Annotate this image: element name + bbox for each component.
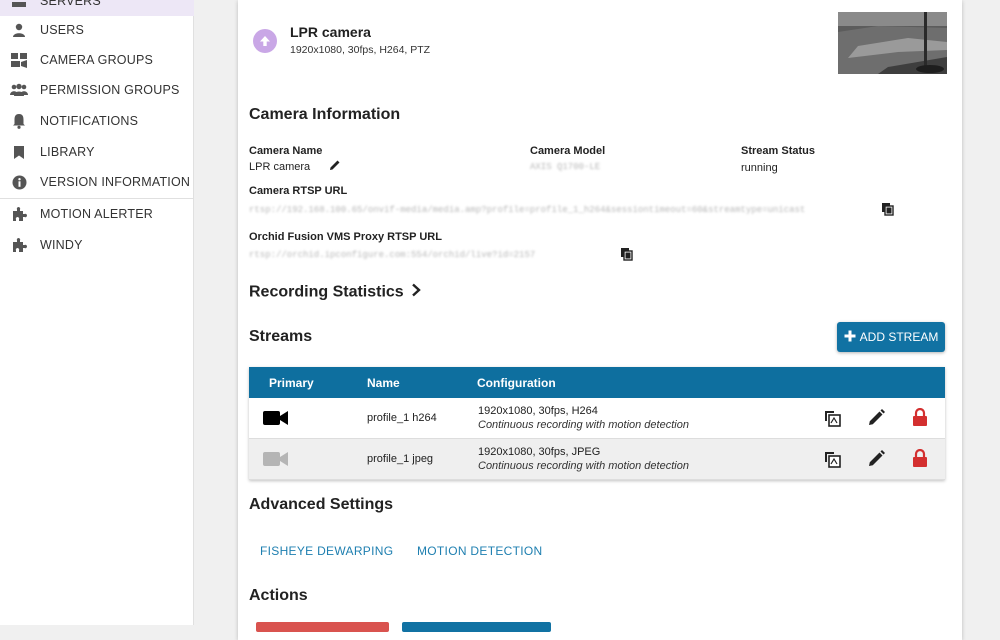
arrow-up-circle-icon [253,29,277,53]
sidebar-item-users[interactable]: USERS [0,15,194,45]
sidebar-item-label: NOTIFICATIONS [40,114,139,128]
camera-groups-icon [10,51,28,69]
sidebar-item-label: USERS [40,23,85,37]
sidebar-item-library[interactable]: LIBRARY [0,137,194,167]
advanced-settings-heading: Advanced Settings [249,496,394,513]
stream-config: 1920x1080, 30fps, JPEG [478,446,601,458]
sidebar-item-permission-groups[interactable]: PERMISSION GROUPS [0,75,194,105]
lock-icon[interactable] [912,407,928,430]
sidebar-item-label: CAMERA GROUPS [40,53,154,67]
sidebar-item-label: SERVERS [40,0,101,8]
column-primary: Primary [269,376,314,390]
camera-title: LPR camera [290,24,371,40]
table-row: profile_1 h264 1920x1080, 30fps, H264 Co… [249,398,945,439]
sidebar-item-servers[interactable]: SERVERS [0,0,194,16]
edit-stream-pencil-icon[interactable] [868,409,885,429]
puzzle-icon [10,205,28,223]
streams-table-header: Primary Name Configuration [249,367,945,398]
camera-specs: 1920x1080, 30fps, H264, PTZ [290,44,431,56]
streams-heading: Streams [249,328,313,345]
camera-information-heading: Camera Information [249,106,401,123]
recording-statistics-heading: Recording Statistics [249,283,404,301]
server-icon [10,0,28,10]
fisheye-dewarping-link[interactable]: FISHEYE DEWARPING [260,544,393,558]
proxy-rtsp-url-value: rtsp://orchid.ipconfigure.com:554/orchid… [249,250,536,260]
chevron-right-icon [411,283,421,302]
sidebar-item-version-information[interactable]: VERSION INFORMATION [0,167,194,197]
delete-camera-button[interactable] [256,622,389,632]
sidebar-item-motion-alerter[interactable]: MOTION ALERTER [0,199,194,229]
people-icon [10,81,28,99]
sidebar-item-windy[interactable]: WINDY [0,230,194,260]
camera-thumbnail[interactable] [838,12,947,74]
add-stream-label: ADD STREAM [859,330,939,344]
motion-detection-link[interactable]: MOTION DETECTION [417,544,542,558]
sidebar-item-label: VERSION INFORMATION [40,175,191,189]
table-row: profile_1 jpeg 1920x1080, 30fps, JPEG Co… [249,439,945,480]
camera-model-label: Camera Model [530,145,606,157]
camera-name-value: LPR camera [249,161,311,173]
sidebar: SERVERS USERS CAMERA GROUPS PERMISSION G… [0,0,194,625]
add-stream-button[interactable]: ADD STREAM [837,322,945,352]
info-icon [10,173,28,191]
lock-icon[interactable] [912,448,928,471]
stream-status-label: Stream Status [741,145,815,157]
stream-recording-mode: Continuous recording with motion detecti… [478,419,689,431]
recording-statistics-toggle[interactable]: Recording Statistics [249,283,421,302]
sidebar-item-label: MOTION ALERTER [40,207,154,221]
sidebar-item-label: PERMISSION GROUPS [40,83,180,97]
rtsp-url-value: rtsp://192.168.100.65/onvif-media/media.… [249,205,806,215]
bookmark-icon [10,143,28,161]
copy-stream-icon[interactable] [823,409,842,430]
camera-name-label: Camera Name [249,145,323,157]
edit-name-pencil-icon[interactable] [327,157,343,173]
user-icon [10,21,28,39]
puzzle-icon [10,236,28,254]
sidebar-item-label: LIBRARY [40,145,95,159]
copy-rtsp-icon[interactable] [879,201,895,217]
action-button[interactable] [402,622,551,632]
stream-name: profile_1 h264 [367,412,437,424]
streams-table: Primary Name Configuration profile_1 h26… [249,367,945,480]
bell-icon [10,112,28,130]
proxy-rtsp-url-label: Orchid Fusion VMS Proxy RTSP URL [249,231,442,243]
stream-name: profile_1 jpeg [367,453,434,465]
copy-proxy-rtsp-icon[interactable] [618,246,634,262]
stream-config: 1920x1080, 30fps, H264 [478,405,598,417]
camera-model-value: AXIS Q1700-LE [530,162,601,172]
edit-stream-pencil-icon[interactable] [868,450,885,470]
column-name: Name [367,376,400,390]
plus-icon [844,330,856,345]
sidebar-item-camera-groups[interactable]: CAMERA GROUPS [0,45,194,75]
stream-status-value: running [741,162,778,174]
column-configuration: Configuration [477,376,556,390]
sidebar-item-notifications[interactable]: NOTIFICATIONS [0,106,194,136]
stream-recording-mode: Continuous recording with motion detecti… [478,460,689,472]
actions-heading: Actions [249,587,308,604]
secondary-camera-icon[interactable] [263,451,288,470]
copy-stream-icon[interactable] [823,450,842,471]
primary-camera-icon[interactable] [263,410,288,429]
rtsp-url-label: Camera RTSP URL [249,185,348,197]
sidebar-item-label: WINDY [40,238,83,252]
